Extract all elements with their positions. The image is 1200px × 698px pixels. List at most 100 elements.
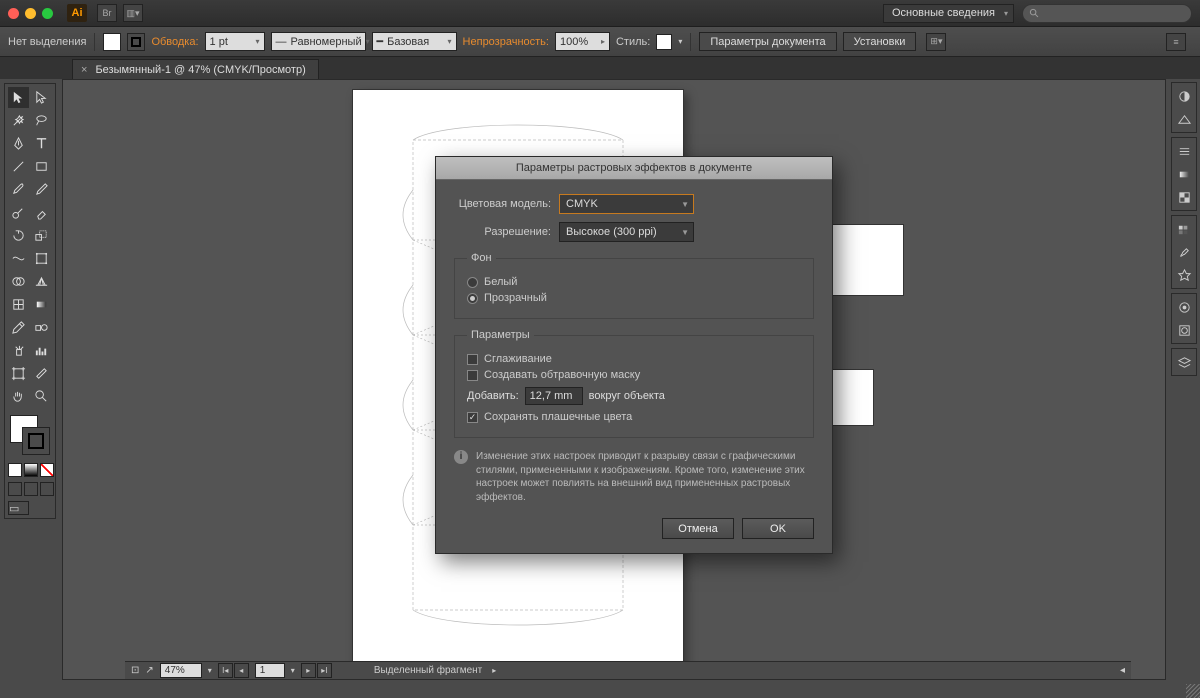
- status-icon-2[interactable]: ↗: [145, 665, 153, 676]
- perspective-grid-tool[interactable]: [31, 271, 52, 292]
- arrange-documents-button[interactable]: ▥▾: [123, 4, 143, 22]
- artboard-nav-2: ▸ ▸I: [301, 663, 332, 678]
- ok-button[interactable]: OK: [742, 518, 814, 539]
- lasso-tool[interactable]: [31, 110, 52, 131]
- gradient-tool[interactable]: [31, 294, 52, 315]
- color-panel-icon[interactable]: [1174, 86, 1194, 106]
- blob-brush-tool[interactable]: [8, 202, 29, 223]
- screen-mode-button[interactable]: ▭: [8, 501, 29, 515]
- direct-selection-tool[interactable]: [31, 87, 52, 108]
- stroke-profile-dropdown[interactable]: ━Базовая▾: [372, 32, 457, 51]
- fill-stroke-proxy[interactable]: [8, 413, 52, 457]
- dialog-info: i Изменение этих настроек приводит к раз…: [454, 450, 814, 504]
- options-legend: Параметры: [467, 329, 534, 341]
- appearance-panel-icon[interactable]: [1174, 297, 1194, 317]
- rectangle-tool[interactable]: [31, 156, 52, 177]
- width-tool[interactable]: [8, 248, 29, 269]
- draw-inside-button[interactable]: [40, 482, 54, 496]
- canvas[interactable]: Параметры растровых эффектов в документе…: [62, 79, 1166, 680]
- pen-tool[interactable]: [8, 133, 29, 154]
- antialias-checkbox[interactable]: Сглаживание: [467, 353, 801, 365]
- scroll-left-icon[interactable]: ◂: [1120, 665, 1125, 676]
- swatches-panel-icon[interactable]: [1174, 219, 1194, 239]
- selection-tool[interactable]: [8, 87, 29, 108]
- info-icon: i: [454, 450, 468, 464]
- status-icon[interactable]: ⊡: [131, 665, 139, 676]
- stroke-color-proxy[interactable]: [22, 427, 50, 455]
- stroke-panel-icon[interactable]: [1174, 141, 1194, 161]
- transparency-panel-icon[interactable]: [1174, 187, 1194, 207]
- resolution-dropdown[interactable]: Высокое (300 ppi)▼: [559, 222, 694, 242]
- preserve-spot-checkbox[interactable]: ✓Сохранять плашечные цвета: [467, 411, 801, 423]
- scale-tool[interactable]: [31, 225, 52, 246]
- workspace-switcher[interactable]: Основные сведения: [883, 4, 1014, 23]
- eyedropper-tool[interactable]: [8, 317, 29, 338]
- document-tab-bar: × Безымянный-1 @ 47% (CMYK/Просмотр): [0, 57, 1200, 79]
- minimize-window-button[interactable]: [25, 8, 36, 19]
- document-tab-label: Безымянный-1 @ 47% (CMYK/Просмотр): [95, 64, 305, 76]
- prev-artboard-button[interactable]: ◂: [234, 663, 249, 678]
- close-tab-icon[interactable]: ×: [81, 64, 87, 76]
- paintbrush-tool[interactable]: [8, 179, 29, 200]
- blend-tool[interactable]: [31, 317, 52, 338]
- graphic-style-swatch[interactable]: [656, 34, 672, 50]
- hand-tool[interactable]: [8, 386, 29, 407]
- artboard-number-field[interactable]: 1: [255, 663, 285, 678]
- window-traffic-lights: [8, 8, 53, 19]
- draw-behind-button[interactable]: [24, 482, 38, 496]
- line-tool[interactable]: [8, 156, 29, 177]
- cancel-button[interactable]: Отмена: [662, 518, 734, 539]
- zoom-window-button[interactable]: [42, 8, 53, 19]
- symbol-sprayer-tool[interactable]: [8, 340, 29, 361]
- type-tool[interactable]: [31, 133, 52, 154]
- gradient-panel-icon[interactable]: [1174, 164, 1194, 184]
- bg-transparent-radio[interactable]: Прозрачный: [467, 292, 801, 304]
- color-model-label: Цветовая модель:: [454, 198, 559, 210]
- selection-status: Нет выделения: [8, 36, 86, 48]
- magic-wand-tool[interactable]: [8, 110, 29, 131]
- symbols-panel-icon[interactable]: [1174, 265, 1194, 285]
- color-guide-panel-icon[interactable]: [1174, 109, 1194, 129]
- layers-panel-icon[interactable]: [1174, 352, 1194, 372]
- graphic-styles-panel-icon[interactable]: [1174, 320, 1194, 340]
- first-artboard-button[interactable]: I◂: [218, 663, 233, 678]
- status-menu-icon[interactable]: ▸: [492, 666, 496, 675]
- pencil-tool[interactable]: [31, 179, 52, 200]
- draw-normal-button[interactable]: [8, 482, 22, 496]
- color-model-dropdown[interactable]: CMYK▼: [559, 194, 694, 214]
- slice-tool[interactable]: [31, 363, 52, 384]
- column-graph-tool[interactable]: [31, 340, 52, 361]
- align-pixel-button[interactable]: ⊞▾: [926, 33, 946, 51]
- color-mode-button[interactable]: [8, 463, 22, 477]
- mesh-tool[interactable]: [8, 294, 29, 315]
- stroke-dash-dropdown[interactable]: —Равномерный▾: [271, 32, 366, 51]
- last-artboard-button[interactable]: ▸I: [317, 663, 332, 678]
- artboard-tool[interactable]: [8, 363, 29, 384]
- eraser-tool[interactable]: [31, 202, 52, 223]
- next-artboard-button[interactable]: ▸: [301, 663, 316, 678]
- control-bar-menu-button[interactable]: ≡: [1166, 33, 1186, 51]
- zoom-field[interactable]: 47%: [160, 663, 202, 678]
- help-search-input[interactable]: [1022, 4, 1192, 23]
- brushes-panel-icon[interactable]: [1174, 242, 1194, 262]
- add-bleed-input[interactable]: 12,7 mm: [525, 387, 583, 405]
- stroke-weight-dropdown[interactable]: 1 pt▾: [205, 32, 265, 51]
- zoom-tool[interactable]: [31, 386, 52, 407]
- bg-white-radio[interactable]: Белый: [467, 276, 801, 288]
- gradient-mode-button[interactable]: [24, 463, 38, 477]
- preferences-button[interactable]: Установки: [843, 32, 917, 51]
- free-transform-tool[interactable]: [31, 248, 52, 269]
- fill-swatch[interactable]: [103, 33, 121, 51]
- document-tab[interactable]: × Безымянный-1 @ 47% (CMYK/Просмотр): [72, 59, 319, 79]
- rotate-tool[interactable]: [8, 225, 29, 246]
- opacity-dropdown[interactable]: 100%▸: [555, 32, 610, 51]
- close-window-button[interactable]: [8, 8, 19, 19]
- bridge-button[interactable]: Br: [97, 4, 117, 22]
- document-setup-button[interactable]: Параметры документа: [699, 32, 836, 51]
- stroke-swatch[interactable]: [127, 33, 145, 51]
- clip-mask-checkbox[interactable]: Создавать обтравочную маску: [467, 369, 801, 381]
- none-mode-button[interactable]: [40, 463, 54, 477]
- shape-builder-tool[interactable]: [8, 271, 29, 292]
- clip-mask-label: Создавать обтравочную маску: [484, 369, 640, 381]
- resize-corner-icon[interactable]: [1186, 684, 1200, 698]
